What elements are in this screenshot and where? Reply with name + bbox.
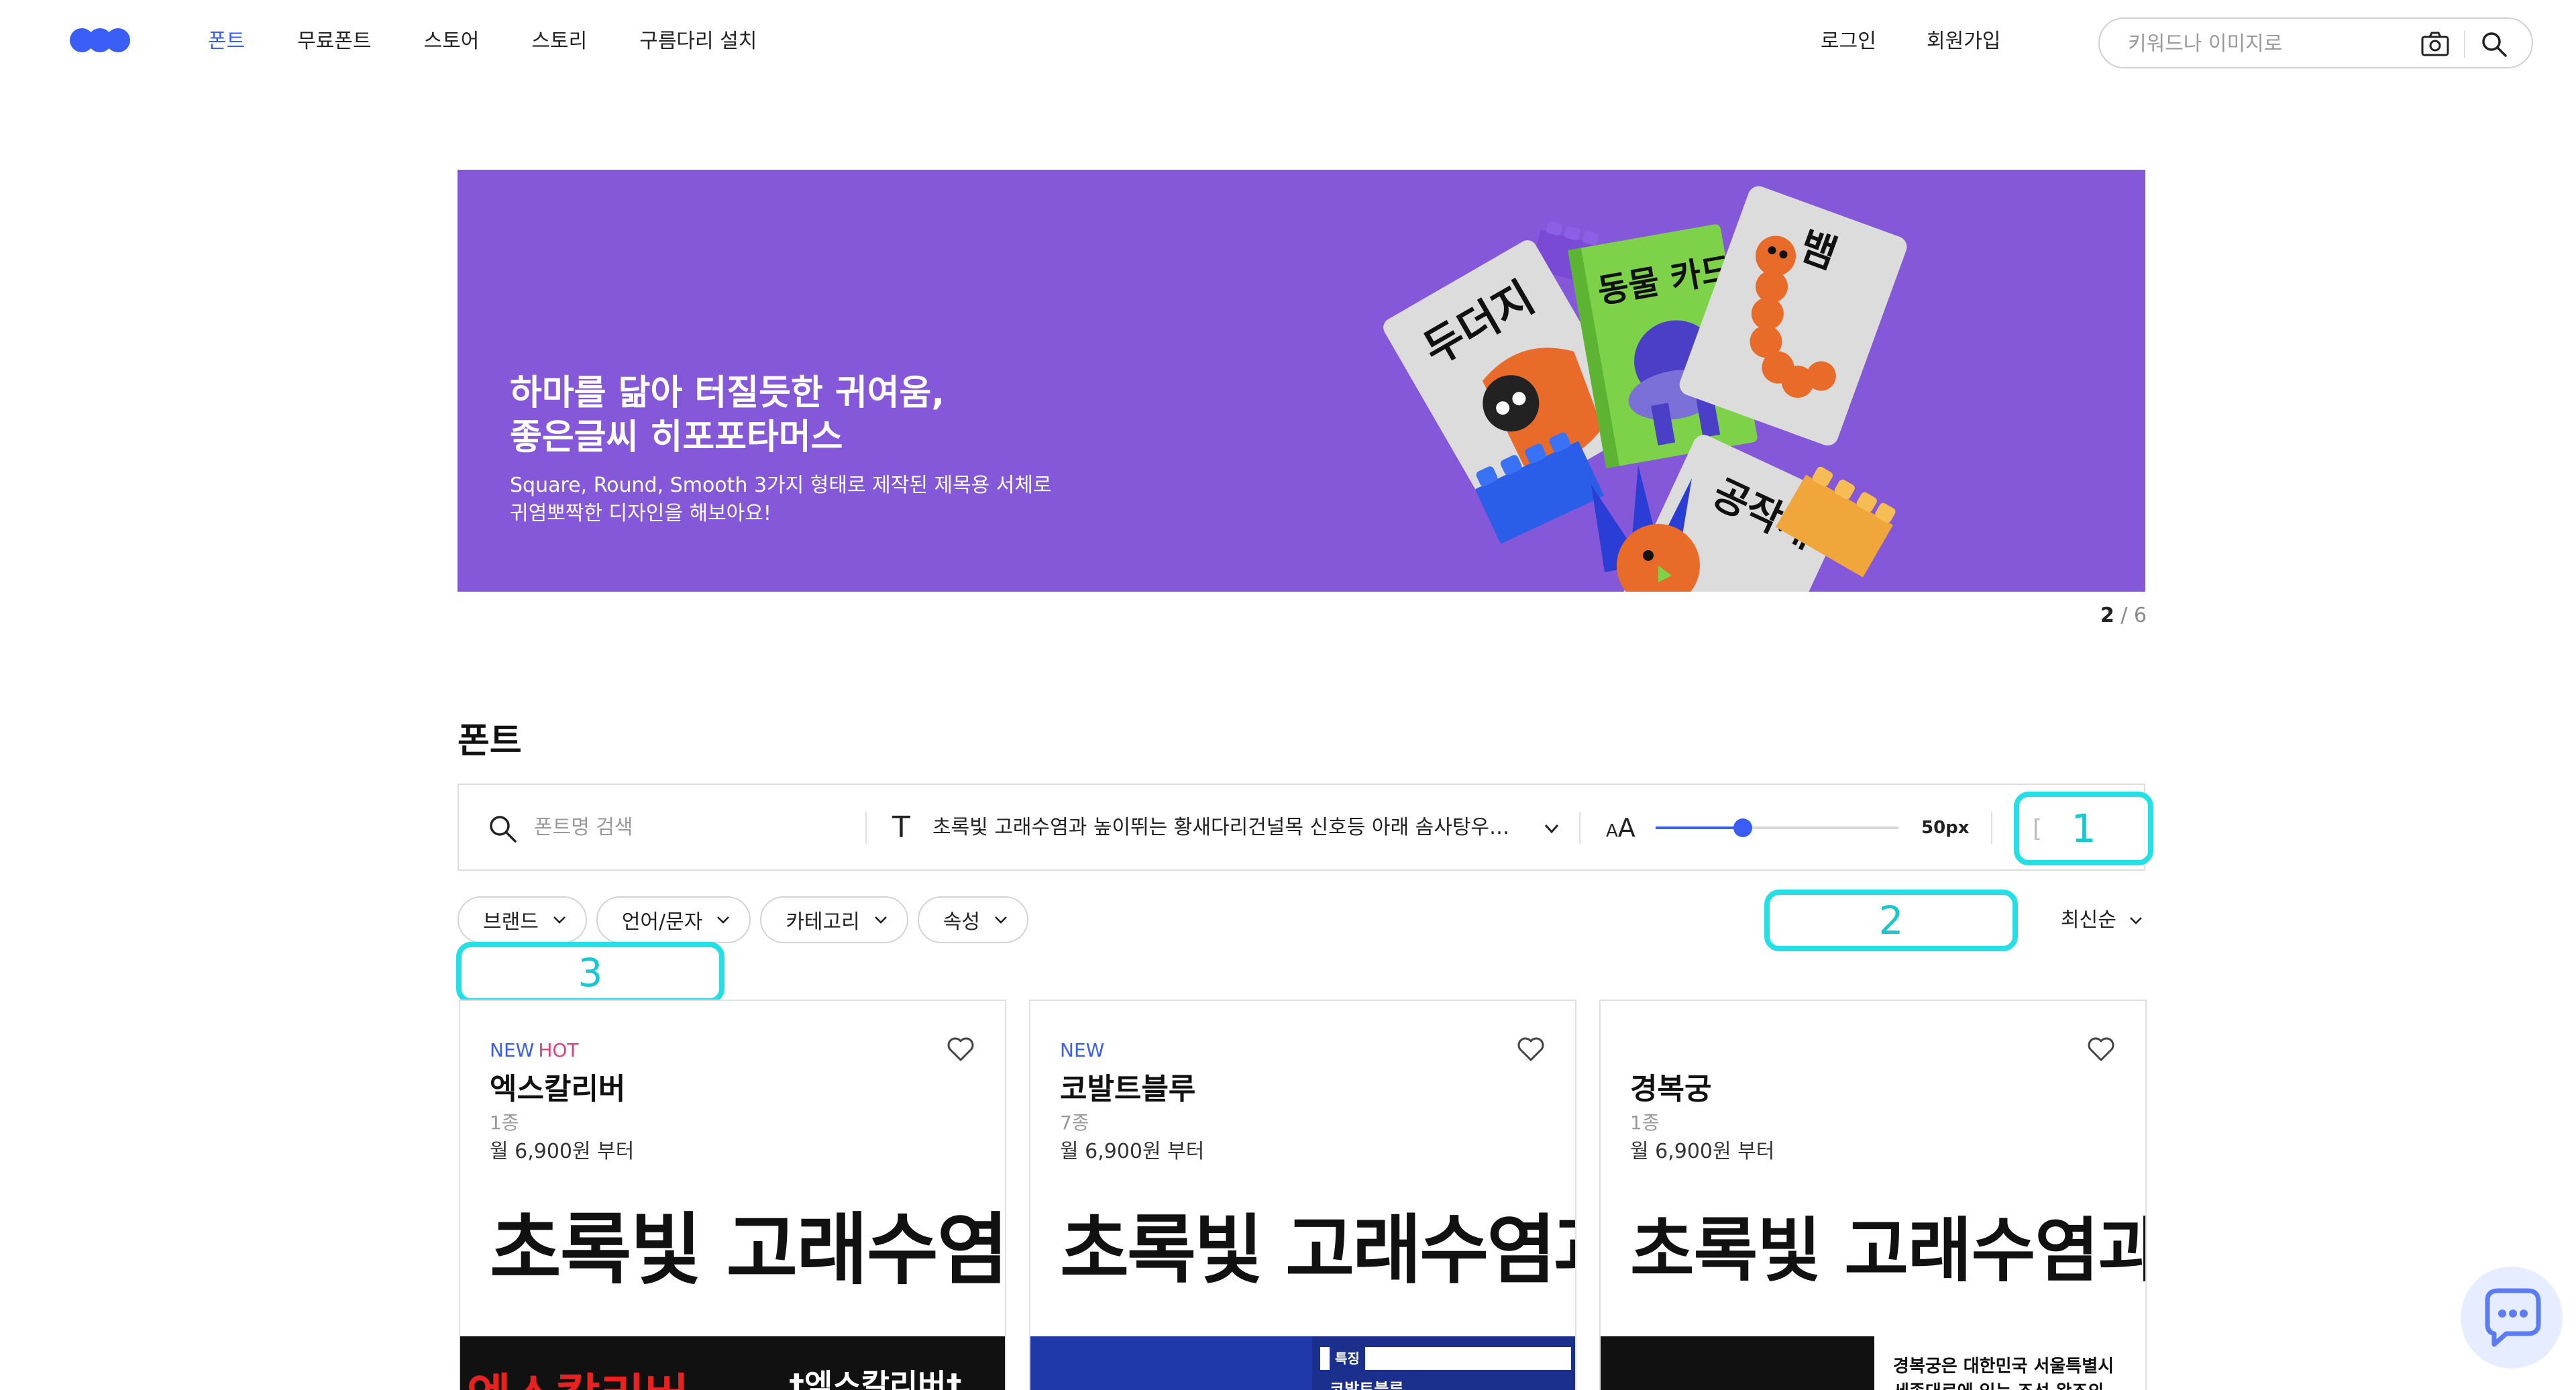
font-count: 1종	[490, 1112, 519, 1134]
font-name-search-input[interactable]: 폰트명 검색	[534, 814, 633, 841]
banner-title: 하마를 닮아 터질듯한 귀여움, 좋은글씨 히포포타머스	[510, 373, 945, 458]
thumbnail-text: 엑스칼리버	[467, 1370, 689, 1390]
search-icon[interactable]	[487, 813, 518, 844]
pager-current: 2	[2100, 604, 2114, 627]
signup-link[interactable]: 회원가입	[1927, 27, 2000, 56]
card-badges: NEW HOT	[490, 1038, 579, 1063]
global-search-input[interactable]: 키워드나 이미지로	[2128, 31, 2282, 58]
font-preview-text: 초록빛 고래수염과	[490, 1205, 1006, 1295]
font-price: 월 6,900원 부터	[1630, 1140, 1775, 1163]
font-size-slider-handle[interactable]	[1733, 818, 1753, 837]
banner-illustration: 두더지 동물 카드 뱀 공작새	[1383, 186, 1907, 592]
search-icon[interactable]	[2479, 30, 2509, 59]
font-thumbnail: 경복궁은 대한민국 서울특별시 세종대로에 있는 조선 왕조의	[1601, 1336, 2145, 1390]
nav-free-fonts[interactable]: 무료폰트	[297, 27, 371, 56]
login-link[interactable]: 로그인	[1821, 27, 1876, 56]
font-card-excalibur[interactable]: NEWHOT 엑스칼리버 1종 월 6,900원 부터 초록빛 고래수염과 엑스…	[459, 1000, 1006, 1390]
banner-pager: 2 / 6	[2093, 604, 2147, 627]
card-badges	[1630, 1038, 1634, 1063]
thumbnail-text: 경복궁은 대한민국 서울특별시	[1893, 1356, 2114, 1377]
font-preview-text: 초록빛 고래수염과 높	[1630, 1209, 2147, 1291]
card-badges: NEW	[1060, 1038, 1108, 1063]
camera-icon[interactable]	[2420, 31, 2450, 58]
font-count: 1종	[1630, 1112, 1660, 1134]
font-card-cobalt-blue[interactable]: NEW 코발트블루 7종 월 6,900원 부터 초록빛 고래수염과 특징 코발…	[1029, 1000, 1576, 1390]
toolbar-divider	[1991, 812, 1992, 844]
banner-description: Square, Round, Smooth 3가지 형태로 제작된 제목용 서체…	[510, 474, 1052, 525]
chevron-down-icon	[995, 916, 1007, 924]
main-nav: 폰트 무료폰트 스토어 스토리 구름다리 설치	[208, 27, 809, 56]
brand-logo[interactable]	[70, 28, 130, 52]
font-name: 경복궁	[1630, 1072, 1712, 1106]
heart-icon[interactable]	[2086, 1036, 2116, 1063]
font-price: 월 6,900원 부터	[490, 1140, 635, 1163]
filter-language-label: 언어/문자	[621, 910, 703, 934]
thumbnail-dark-panel	[1601, 1336, 1874, 1390]
filter-brand-label: 브랜드	[483, 910, 539, 934]
thumbnail-text-secondary: 코발트블루	[1330, 1380, 1404, 1390]
chevron-down-icon	[553, 916, 566, 924]
font-filter-toolbar: 폰트명 검색 T 초록빛 고래수염과 높이뛰는 황새다리건널목 신호등 아래 솜…	[458, 784, 2145, 871]
heart-icon[interactable]	[946, 1036, 975, 1063]
filter-attribute[interactable]: 속성	[917, 896, 1028, 943]
font-name: 엑스칼리버	[490, 1072, 626, 1106]
chevron-down-icon[interactable]	[1540, 817, 1563, 840]
new-badge: NEW	[1060, 1039, 1105, 1061]
filter-category-label: 카테고리	[786, 910, 860, 934]
annotation-box-1: 1	[2014, 792, 2153, 865]
text-icon: T	[892, 810, 910, 845]
toolbar-divider	[1579, 812, 1580, 844]
sort-dropdown[interactable]: 최신순	[2061, 906, 2145, 935]
new-badge: NEW	[490, 1039, 535, 1061]
annotation-box-3: 3	[456, 942, 724, 1004]
top-header: 폰트 무료폰트 스토어 스토리 구름다리 설치 로그인 회원가입 키워드나 이미…	[0, 0, 2576, 81]
filter-attribute-label: 속성	[943, 910, 980, 934]
thumbnail-text-secondary: †엑스칼리버†	[789, 1367, 962, 1390]
filter-chips: 브랜드 언어/문자 카테고리 속성	[458, 896, 1038, 943]
annotation-box-2: 2	[1764, 890, 2018, 951]
font-size-slider[interactable]	[1656, 818, 1898, 837]
toolbar-divider	[865, 812, 867, 844]
font-size-slider-fill	[1656, 826, 1743, 829]
hot-badge: HOT	[538, 1039, 579, 1061]
nav-fonts[interactable]: 폰트	[208, 27, 245, 56]
thumbnail-text: 특징	[1330, 1347, 1365, 1370]
sort-label: 최신순	[2061, 908, 2116, 932]
chat-bubble-icon	[2485, 1288, 2541, 1347]
font-card-gyeongbokgung[interactable]: 경복궁 1종 월 6,900원 부터 초록빛 고래수염과 높 경복궁은 대한민국…	[1599, 1000, 2147, 1390]
global-search[interactable]: 키워드나 이미지로	[2098, 17, 2533, 68]
filter-brand[interactable]: 브랜드	[458, 896, 587, 943]
chevron-down-icon	[874, 916, 887, 924]
chevron-down-icon	[717, 916, 730, 924]
font-thumbnail: 특징 코발트블루	[1030, 1336, 1575, 1390]
chat-support-button[interactable]	[2461, 1267, 2563, 1369]
nav-install[interactable]: 구름다리 설치	[639, 27, 757, 56]
heart-icon[interactable]	[1516, 1036, 1546, 1063]
filter-language[interactable]: 언어/문자	[596, 896, 751, 943]
sample-text-input[interactable]: 초록빛 고래수염과 높이뛰는 황새다리건널목 신호등 아래 솜사탕우주...	[932, 814, 1523, 841]
pager-total: / 6	[2121, 604, 2147, 627]
font-size-icon: AA	[1606, 813, 1635, 843]
font-count: 7종	[1060, 1112, 1089, 1134]
promo-banner[interactable]: 하마를 닮아 터질듯한 귀여움, 좋은글씨 히포포타머스 Square, Rou…	[458, 170, 2145, 592]
fonts-section-title: 폰트	[458, 721, 522, 761]
font-thumbnail: 엑스칼리버 †엑스칼리버†	[460, 1336, 1005, 1390]
chevron-down-icon	[2129, 917, 2142, 924]
font-preview-text: 초록빛 고래수염과	[1060, 1207, 1576, 1294]
thumbnail-text-secondary: 세종대로에 있는 조선 왕조의	[1893, 1381, 2104, 1390]
nav-store[interactable]: 스토어	[424, 27, 480, 56]
filter-category[interactable]: 카테고리	[760, 896, 908, 943]
font-size-value: 50px	[1921, 818, 1970, 838]
font-name: 코발트블루	[1060, 1072, 1196, 1106]
font-price: 월 6,900원 부터	[1060, 1140, 1205, 1163]
search-separator	[2464, 31, 2465, 58]
nav-story[interactable]: 스토리	[531, 27, 587, 56]
